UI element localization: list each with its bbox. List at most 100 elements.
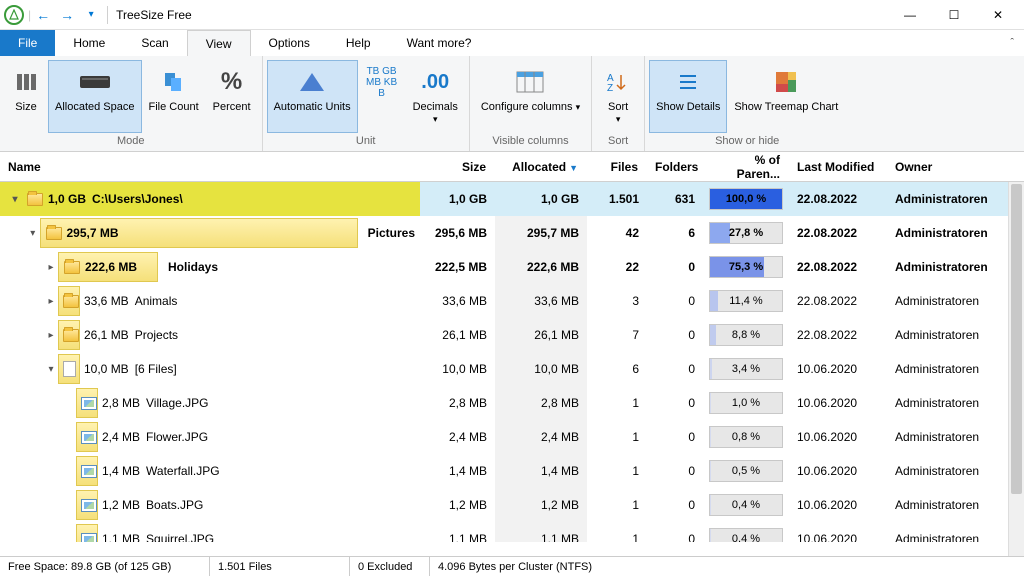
- cell-percent: 3,4 %: [703, 352, 789, 386]
- cell-date: 22.08.2022: [789, 260, 887, 274]
- cell-files: 1: [587, 498, 647, 512]
- expand-toggle[interactable]: ▸: [44, 262, 58, 273]
- unit-automatic-button[interactable]: Automatic Units: [267, 60, 358, 133]
- mode-size-button[interactable]: Size: [4, 60, 48, 133]
- mode-percent-button[interactable]: % Percent: [206, 60, 258, 133]
- ribbon-collapse-icon[interactable]: ˆ: [1000, 30, 1024, 56]
- expand-toggle[interactable]: ▸: [44, 296, 58, 307]
- cell-folders: 0: [647, 396, 703, 410]
- show-details-button[interactable]: Show Details: [649, 60, 727, 133]
- minimize-button[interactable]: ―: [888, 1, 932, 29]
- image-file-icon: [81, 431, 97, 444]
- group-mode-label: Mode: [0, 133, 262, 151]
- col-percent[interactable]: % of Paren...: [703, 153, 789, 181]
- cell-files: 7: [587, 328, 647, 342]
- cell-date: 10.06.2020: [789, 430, 887, 444]
- col-name[interactable]: Name: [0, 160, 415, 174]
- tab-scan[interactable]: Scan: [123, 30, 186, 56]
- file-icon: [63, 361, 76, 377]
- col-files[interactable]: Files: [587, 160, 647, 174]
- tree-row[interactable]: 2,4 MB Flower.JPG 2,4 MB 2,4 MB 1 0 0,8 …: [0, 420, 1024, 454]
- show-treemap-button[interactable]: Show Treemap Chart: [727, 60, 845, 133]
- cell-date: 22.08.2022: [789, 192, 887, 206]
- cell-folders: 6: [647, 226, 703, 240]
- image-file-icon: [81, 533, 97, 543]
- cell-allocated: 1,1 MB: [495, 522, 587, 542]
- col-allocated[interactable]: Allocated▼: [495, 160, 587, 174]
- row-name: Boats.JPG: [146, 498, 203, 512]
- expand-toggle[interactable]: ▾: [26, 228, 40, 239]
- row-name: Pictures: [368, 226, 415, 240]
- tab-view[interactable]: View: [187, 30, 251, 56]
- tree-row[interactable]: 1,1 MB Squirrel.JPG 1,1 MB 1,1 MB 1 0 0,…: [0, 522, 1024, 542]
- cell-files: 22: [587, 260, 647, 274]
- row-size-label: 33,6 MB: [84, 294, 129, 308]
- mode-size-label: Size: [15, 101, 36, 113]
- column-headers: Name Size Allocated▼ Files Folders % of …: [0, 152, 1024, 182]
- tree-row[interactable]: 2,8 MB Village.JPG 2,8 MB 2,8 MB 1 0 1,0…: [0, 386, 1024, 420]
- tree-row[interactable]: ▸ 33,6 MB Animals 33,6 MB 33,6 MB 3 0 11…: [0, 284, 1024, 318]
- folder-icon: [63, 329, 79, 342]
- row-name: Squirrel.JPG: [146, 532, 214, 542]
- svg-text:Z: Z: [607, 83, 613, 93]
- cell-files: 1: [587, 532, 647, 542]
- cell-size: 2,4 MB: [415, 430, 495, 444]
- unit-fixed-button[interactable]: TB GBMB KBB: [358, 60, 406, 133]
- cell-allocated: 2,4 MB: [495, 420, 587, 454]
- qat-dropdown-icon[interactable]: ▾: [79, 3, 103, 27]
- forward-button[interactable]: →: [55, 3, 79, 27]
- decimals-button[interactable]: .00 Decimals▾: [406, 60, 465, 133]
- tab-home[interactable]: Home: [55, 30, 123, 56]
- back-button[interactable]: ←: [31, 3, 55, 27]
- expand-toggle[interactable]: ▾: [8, 194, 22, 205]
- col-owner[interactable]: Owner: [887, 160, 1007, 174]
- cell-allocated: 33,6 MB: [495, 284, 587, 318]
- cell-size: 10,0 MB: [415, 362, 495, 376]
- tree-row[interactable]: 1,4 MB Waterfall.JPG 1,4 MB 1,4 MB 1 0 0…: [0, 454, 1024, 488]
- unit-grid-icon: TB GBMB KBB: [365, 65, 399, 99]
- expand-toggle[interactable]: ▸: [44, 330, 58, 341]
- tab-file[interactable]: File: [0, 30, 55, 56]
- mode-filecount-button[interactable]: File Count: [142, 60, 206, 133]
- row-size-label: 2,8 MB: [102, 396, 140, 410]
- tree-row[interactable]: 1,2 MB Boats.JPG 1,2 MB 1,2 MB 1 0 0,4 %…: [0, 488, 1024, 522]
- cell-owner: Administratoren: [887, 430, 1007, 444]
- cell-allocated: 26,1 MB: [495, 318, 587, 352]
- close-button[interactable]: ✕: [976, 1, 1020, 29]
- col-folders[interactable]: Folders: [647, 160, 703, 174]
- cell-date: 22.08.2022: [789, 294, 887, 308]
- configure-columns-button[interactable]: Configure columns ▾: [474, 60, 587, 133]
- maximize-button[interactable]: ☐: [932, 1, 976, 29]
- disk-icon: [79, 65, 111, 99]
- tab-wantmore[interactable]: Want more?: [389, 30, 490, 56]
- scrollbar-thumb[interactable]: [1011, 184, 1022, 494]
- group-show-hide: Show Details Show Treemap Chart Show or …: [645, 56, 849, 151]
- col-modified[interactable]: Last Modified: [789, 160, 887, 174]
- tree-row[interactable]: ▸ 222,6 MB Holidays 222,5 MB 222,6 MB 22…: [0, 250, 1024, 284]
- row-name: Waterfall.JPG: [146, 464, 220, 478]
- treemap-icon: [775, 65, 797, 99]
- group-unit-label: Unit: [263, 133, 469, 151]
- tree-row[interactable]: ▾ 295,7 MB Pictures 295,6 MB 295,7 MB 42…: [0, 216, 1024, 250]
- expand-toggle[interactable]: ▾: [44, 364, 58, 375]
- cell-date: 22.08.2022: [789, 226, 887, 240]
- tree-row[interactable]: ▾ 1,0 GB C:\Users\Jones\ 1,0 GB 1,0 GB 1…: [0, 182, 1024, 216]
- tree-row[interactable]: ▸ 26,1 MB Projects 26,1 MB 26,1 MB 7 0 8…: [0, 318, 1024, 352]
- row-name: Animals: [135, 294, 178, 308]
- cell-folders: 0: [647, 532, 703, 542]
- tab-help[interactable]: Help: [328, 30, 389, 56]
- col-size[interactable]: Size: [415, 160, 495, 174]
- cell-date: 10.06.2020: [789, 464, 887, 478]
- row-size-label: 10,0 MB: [84, 362, 129, 376]
- files-icon: [163, 65, 185, 99]
- cell-size: 26,1 MB: [415, 328, 495, 342]
- tree-view[interactable]: ▾ 1,0 GB C:\Users\Jones\ 1,0 GB 1,0 GB 1…: [0, 182, 1024, 542]
- mode-allocated-button[interactable]: Allocated Space: [48, 60, 142, 133]
- tab-options[interactable]: Options: [251, 30, 328, 56]
- cell-folders: 0: [647, 260, 703, 274]
- vertical-scrollbar[interactable]: [1008, 182, 1024, 556]
- sort-button[interactable]: AZ Sort▾: [596, 60, 640, 133]
- group-visible-columns: Configure columns ▾ Visible columns: [470, 56, 592, 151]
- tree-row[interactable]: ▾ 10,0 MB [6 Files] 10,0 MB 10,0 MB 6 0 …: [0, 352, 1024, 386]
- cell-files: 1: [587, 430, 647, 444]
